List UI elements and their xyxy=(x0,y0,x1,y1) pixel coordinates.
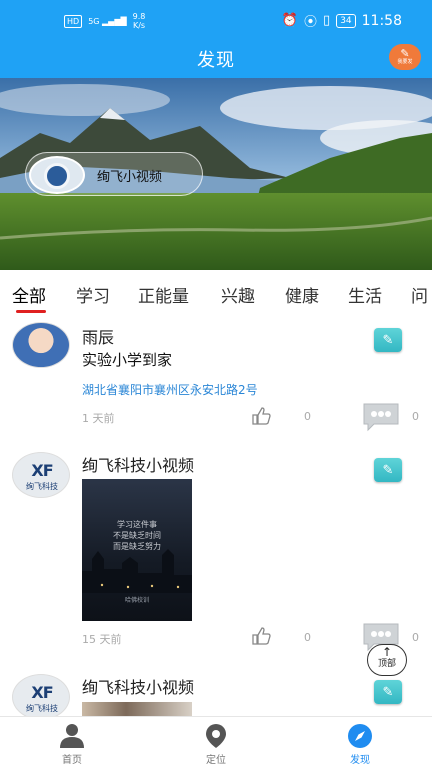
brand-text: 绚飞科技 xyxy=(26,482,58,491)
tab-all[interactable]: 全部 xyxy=(12,282,46,307)
active-tab-indicator xyxy=(16,310,46,313)
video-thumbnail[interactable]: 学习这件事 不是缺乏时间 而是缺乏努力 哈佛校训 xyxy=(82,479,192,621)
brand-text: 绚飞科技 xyxy=(26,704,58,713)
thumbs-up-icon[interactable] xyxy=(251,627,271,645)
avatar[interactable]: XF 绚飞科技 xyxy=(12,674,70,716)
status-bar: HD 5G ▂▄▆█ 9.8 K/s ⏰ ⦿ ▯ 34 11:58 xyxy=(0,0,432,40)
comment-count: 0 xyxy=(412,410,419,423)
vibrate-icon: ▯ xyxy=(323,13,331,28)
banner[interactable]: 绚飞小视频 xyxy=(0,78,432,270)
night-scene-image xyxy=(82,549,192,593)
tab-interest[interactable]: 兴趣 xyxy=(221,282,255,307)
alarm-icon: ⏰ xyxy=(281,13,299,28)
post-time: 15 天前 xyxy=(82,633,122,646)
nav-discover-label: 发现 xyxy=(350,755,370,766)
edit-button[interactable]: ✎ xyxy=(374,328,402,352)
battery-icon: 34 xyxy=(336,13,356,28)
post-time: 1 天前 xyxy=(82,412,115,425)
post-username[interactable]: 绚飞科技小视频 xyxy=(82,452,194,476)
video-footer-text: 哈佛校训 xyxy=(124,597,149,604)
tab-health[interactable]: 健康 xyxy=(285,282,319,307)
category-tabs: 全部 学习 正能量 兴趣 健康 生活 问 xyxy=(0,270,432,318)
tab-questions[interactable]: 问 xyxy=(411,282,428,307)
hd-badge: HD xyxy=(64,14,83,28)
post-username[interactable]: 雨辰 xyxy=(82,324,114,348)
edit-button[interactable]: ✎ xyxy=(374,680,402,704)
nav-location-label: 定位 xyxy=(206,755,226,766)
location-status-icon: ⦿ xyxy=(304,15,318,30)
pencil-icon: ✎ xyxy=(400,47,410,60)
post-location[interactable]: 湖北省襄阳市襄州区永安北路2号 xyxy=(82,381,258,398)
header-bar: HD 5G ▂▄▆█ 9.8 K/s ⏰ ⦿ ▯ 34 11:58 发现 ✎ 我要… xyxy=(0,0,432,78)
compass-icon xyxy=(348,724,372,748)
channel-name: 绚飞小视频 xyxy=(97,170,163,185)
tab-life[interactable]: 生活 xyxy=(348,282,382,307)
edit-button[interactable]: ✎ xyxy=(374,458,402,482)
tab-study[interactable]: 学习 xyxy=(76,282,110,307)
back-to-top-button[interactable]: ↑ 顶部 xyxy=(367,644,407,676)
avatar[interactable]: XF 绚飞科技 xyxy=(12,452,70,498)
page-title: 发现 xyxy=(197,50,235,71)
clock: 11:58 xyxy=(361,12,402,29)
brand-mark: XF xyxy=(31,461,53,480)
person-icon xyxy=(60,724,84,748)
avatar[interactable] xyxy=(12,322,70,368)
arrow-up-icon: ↑ xyxy=(381,645,393,659)
thumbs-up-icon[interactable] xyxy=(251,407,271,425)
video-caption-line: 学习这件事 xyxy=(117,520,157,529)
discover-screen: HD 5G ▂▄▆█ 9.8 K/s ⏰ ⦿ ▯ 34 11:58 发现 ✎ 我要… xyxy=(0,0,432,768)
comment-count: 0 xyxy=(412,631,419,644)
signal-icon: 5G ▂▄▆█ xyxy=(88,16,127,26)
channel-logo xyxy=(29,156,85,194)
tab-positive-energy[interactable]: 正能量 xyxy=(138,282,189,307)
like-count: 0 xyxy=(304,631,311,644)
channel-chip[interactable]: 绚飞小视频 xyxy=(25,152,203,196)
nav-home[interactable]: 首页 xyxy=(0,717,144,768)
network-speed: 9.8 K/s xyxy=(132,12,146,30)
nav-home-label: 首页 xyxy=(62,755,82,766)
nav-discover[interactable]: 发现 xyxy=(288,717,432,768)
bottom-nav: 首页 定位 发现 xyxy=(0,716,432,768)
video-caption-line: 不是缺乏时间 xyxy=(113,531,161,540)
brand-mark: XF xyxy=(31,683,53,702)
edit-icon: ✎ xyxy=(382,332,394,348)
edit-icon: ✎ xyxy=(382,684,394,700)
create-post-label: 我要发 xyxy=(397,59,413,65)
create-post-button[interactable]: ✎ 我要发 xyxy=(389,44,421,70)
nav-location[interactable]: 定位 xyxy=(144,717,288,768)
comment-icon[interactable] xyxy=(362,402,400,432)
post-username[interactable]: 绚飞科技小视频 xyxy=(82,674,194,698)
video-thumbnail[interactable] xyxy=(82,702,192,716)
like-count: 0 xyxy=(304,410,311,423)
back-to-top-label: 顶部 xyxy=(377,659,396,669)
post-content: 实验小学到家 xyxy=(82,351,173,369)
location-pin-icon xyxy=(206,724,226,748)
edit-icon: ✎ xyxy=(382,462,394,478)
